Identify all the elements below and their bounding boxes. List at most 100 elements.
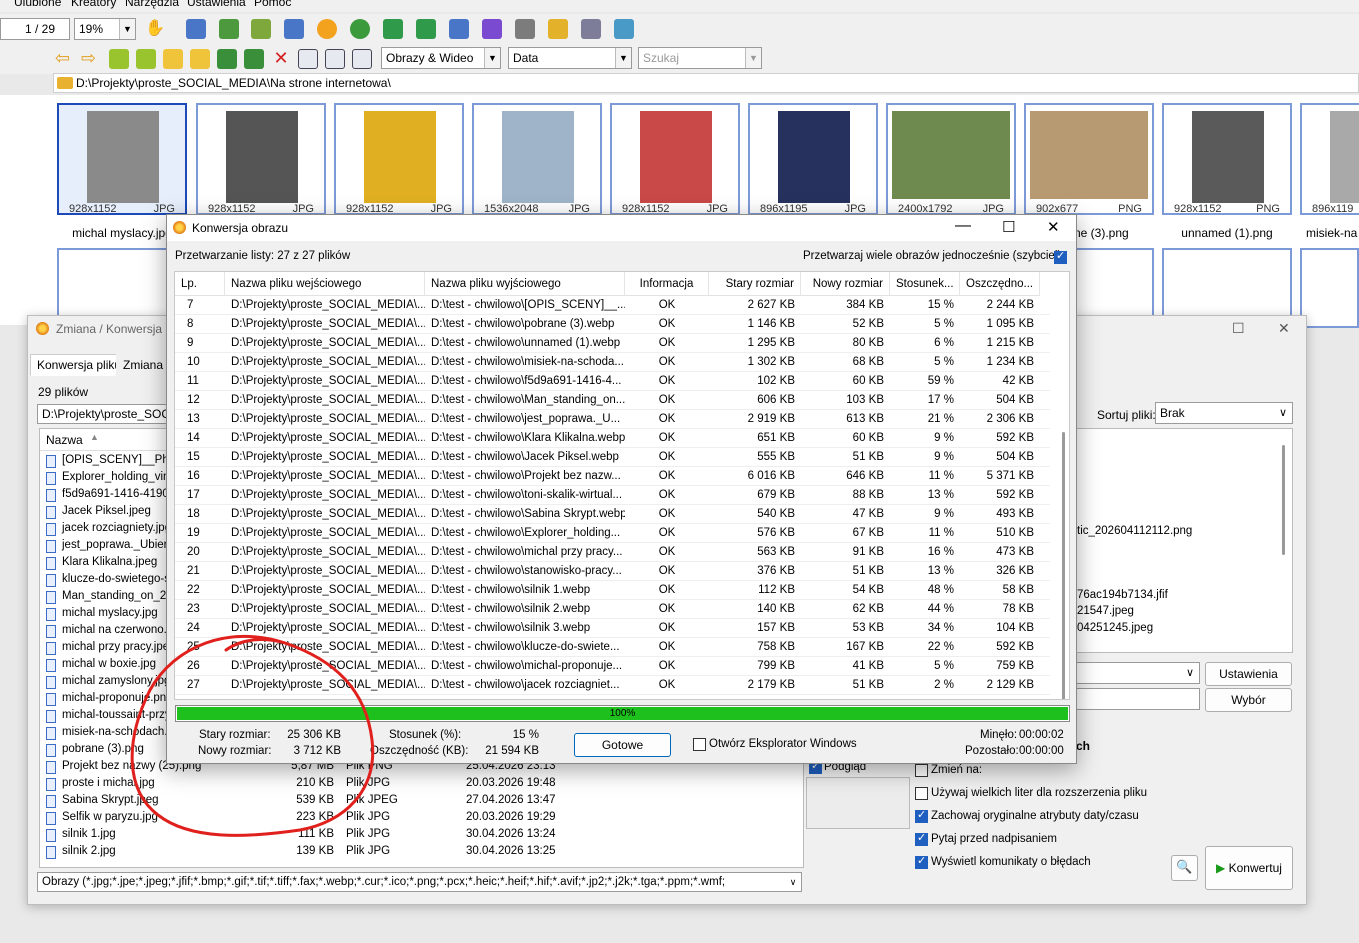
chevron-down-icon[interactable]: ∨ [785, 873, 801, 891]
thumbnail[interactable]: 928x1152 PNG [1162, 103, 1292, 215]
uppercase-ext-checkbox[interactable] [915, 787, 928, 800]
list-item[interactable]: 21547.jpeg [1077, 605, 1134, 617]
maximize-icon[interactable]: ☐ [1232, 320, 1245, 337]
thumbnails-view-icon[interactable] [298, 49, 318, 69]
person-icon[interactable] [350, 19, 370, 39]
chevron-down-icon[interactable]: ∨ [1279, 403, 1287, 423]
menu-pomoc[interactable]: Pomoc [254, 0, 291, 9]
sort-files-dropdown[interactable]: Brak ∨ [1155, 402, 1293, 424]
thumbnail[interactable]: 928x1152 JPG [196, 103, 326, 215]
table-row[interactable]: 10 D:\Projekty\proste_SOCIAL_MEDIA\... D:\… [175, 353, 1050, 372]
close-icon[interactable]: ✕ [1047, 218, 1060, 236]
table-row[interactable]: 19 D:\Projekty\proste_SOCIAL_MEDIA\... D:\… [175, 524, 1050, 543]
show-errors-checkbox[interactable] [915, 854, 928, 869]
list-item[interactable]: silnik 1.jpg 111 KB Plik JPG 30.04.2026 13:… [40, 827, 803, 844]
column-ratio[interactable]: Stosunek... [890, 272, 960, 296]
rename-checkbox[interactable] [915, 764, 928, 777]
tab-konwersja-pliku[interactable]: Konwersja pliku [30, 354, 129, 376]
list-item[interactable]: 04251245.jpeg [1077, 622, 1153, 634]
file-type-filter[interactable]: Obrazy (*.jpg;*.jpe;*.jpeg;*.jfif;*.bmp;… [37, 872, 802, 892]
compare-icon[interactable] [449, 19, 469, 39]
column-savings[interactable]: Oszczędno... [960, 272, 1040, 296]
table-row[interactable]: 27 D:\Projekty\proste_SOCIAL_MEDIA\... D:\… [175, 676, 1050, 695]
column-output-file[interactable]: Nazwa pliku wyjściowego [425, 272, 625, 296]
rotate-right-icon[interactable] [416, 19, 436, 39]
output-folder-field[interactable] [1076, 688, 1200, 710]
chevron-down-icon[interactable]: ▼ [484, 48, 500, 68]
settings-button[interactable]: Ustawienia [1205, 662, 1292, 686]
table-row[interactable]: 23 D:\Projekty\proste_SOCIAL_MEDIA\... D:\… [175, 600, 1050, 619]
delete-icon[interactable]: ✕ [271, 48, 291, 68]
move-icon[interactable] [244, 49, 264, 69]
chevron-down-icon[interactable]: ▼ [745, 48, 761, 68]
list-item[interactable]: tic_202604112112.png [1077, 525, 1192, 537]
back-arrow-icon[interactable]: ⇦ [55, 49, 75, 69]
menu-kreatory[interactable]: Kreatory [71, 0, 116, 9]
menu-ulubione[interactable]: Ulubione [14, 0, 61, 9]
table-row[interactable]: 22 D:\Projekty\proste_SOCIAL_MEDIA\... D:\… [175, 581, 1050, 600]
copy-icon[interactable] [217, 49, 237, 69]
email-icon[interactable] [548, 19, 568, 39]
table-row[interactable]: 18 D:\Projekty\proste_SOCIAL_MEDIA\... D:\… [175, 505, 1050, 524]
table-row[interactable]: 14 D:\Projekty\proste_SOCIAL_MEDIA\... D:\… [175, 429, 1050, 448]
menu-narzedzia[interactable]: Narzędzia [125, 0, 179, 9]
column-new-size[interactable]: Nowy rozmiar [801, 272, 890, 296]
column-name[interactable]: Nazwa [46, 433, 83, 447]
thumbnail[interactable]: 896x119 [1300, 103, 1359, 215]
list-item[interactable]: proste i michal.jpg 210 KB Plik JPG 20.03.2… [40, 776, 803, 793]
list-item[interactable]: silnik 2.jpg 139 KB Plik JPG 30.04.2026 13:… [40, 844, 803, 861]
path-bar[interactable]: D:\Projekty\proste_SOCIAL_MEDIA\Na stron… [53, 73, 1359, 93]
minimize-icon[interactable]: — [955, 217, 971, 235]
batch-icon[interactable] [251, 19, 271, 39]
table-row[interactable]: 24 D:\Projekty\proste_SOCIAL_MEDIA\... D:\… [175, 619, 1050, 638]
forward-arrow-icon[interactable]: ⇨ [81, 49, 101, 69]
adjust-icon[interactable] [317, 19, 337, 39]
list-view-icon[interactable] [352, 49, 372, 69]
source-path-field[interactable]: D:\Projekty\proste_SOCIA [37, 404, 167, 424]
table-row[interactable]: 8 D:\Projekty\proste_SOCIAL_MEDIA\... D:\t… [175, 315, 1050, 334]
rotate-left-icon[interactable] [383, 19, 403, 39]
table-row[interactable]: 17 D:\Projekty\proste_SOCIAL_MEDIA\... D:\… [175, 486, 1050, 505]
table-row[interactable]: 9 D:\Projekty\proste_SOCIAL_MEDIA\... D:\t… [175, 334, 1050, 353]
column-input-file[interactable]: Nazwa pliku wejściowego [225, 272, 425, 296]
hand-tool-icon[interactable]: ✋ [145, 19, 165, 39]
choose-button[interactable]: Wybór [1205, 688, 1292, 712]
table-row[interactable]: 12 D:\Projekty\proste_SOCIAL_MEDIA\... D:\… [175, 391, 1050, 410]
zoom-field[interactable]: 19% ▼ [74, 18, 136, 40]
scrollbar-thumb[interactable] [1282, 445, 1285, 555]
thumbnail[interactable] [1300, 248, 1359, 328]
export-icon[interactable] [219, 19, 239, 39]
sort-dropdown[interactable]: Data ▼ [508, 47, 632, 69]
folder-up-icon[interactable] [109, 49, 129, 69]
edit-icon[interactable] [515, 19, 535, 39]
table-row[interactable]: 15 D:\Projekty\proste_SOCIAL_MEDIA\... D:\… [175, 448, 1050, 467]
resize-icon[interactable] [284, 19, 304, 39]
list-item[interactable]: Sabina Skrypt.jpeg 539 KB Plik JPEG 27.04.2… [40, 793, 803, 810]
thumbnail[interactable]: 2400x1792 JPG [886, 103, 1016, 215]
done-button[interactable]: Gotowe [574, 733, 671, 757]
grid-view-icon[interactable] [325, 49, 345, 69]
list-item[interactable]: 76ac194b7134.jfif [1077, 589, 1168, 601]
column-info[interactable]: Informacja [625, 272, 709, 296]
keep-date-checkbox[interactable] [915, 808, 928, 823]
favorite-folder-icon[interactable] [163, 49, 183, 69]
maximize-icon[interactable]: ☐ [1002, 218, 1015, 236]
checklist-icon[interactable] [614, 19, 634, 39]
list-item[interactable]: Selfik w paryzu.jpg 223 KB Plik JPG 20.03.2… [40, 810, 803, 827]
thumbnail[interactable]: 928x1152 JPG [334, 103, 464, 215]
format-dropdown[interactable]: ∨ [1076, 662, 1200, 684]
thumbnail[interactable]: 896x1195 JPG [748, 103, 878, 215]
filter-dropdown[interactable]: Obrazy & Wideo ▼ [381, 47, 501, 69]
table-row[interactable]: 16 D:\Projekty\proste_SOCIAL_MEDIA\... D:\… [175, 467, 1050, 486]
column-lp[interactable]: Lp. [175, 272, 225, 296]
print-icon[interactable] [581, 19, 601, 39]
thumbnail[interactable]: 1536x2048 JPG [472, 103, 602, 215]
table-row[interactable]: 26 D:\Projekty\proste_SOCIAL_MEDIA\... D:\… [175, 657, 1050, 676]
table-row[interactable]: 25 D:\Projekty\proste_SOCIAL_MEDIA\... D:\… [175, 638, 1050, 657]
new-folder-icon[interactable] [190, 49, 210, 69]
chevron-down-icon[interactable]: ▼ [119, 19, 135, 39]
ask-overwrite-checkbox[interactable] [915, 831, 928, 846]
column-old-size[interactable]: Stary rozmiar [709, 272, 801, 296]
menu-ustawienia[interactable]: Ustawienia [187, 0, 246, 9]
chevron-down-icon[interactable]: ▼ [615, 48, 631, 68]
